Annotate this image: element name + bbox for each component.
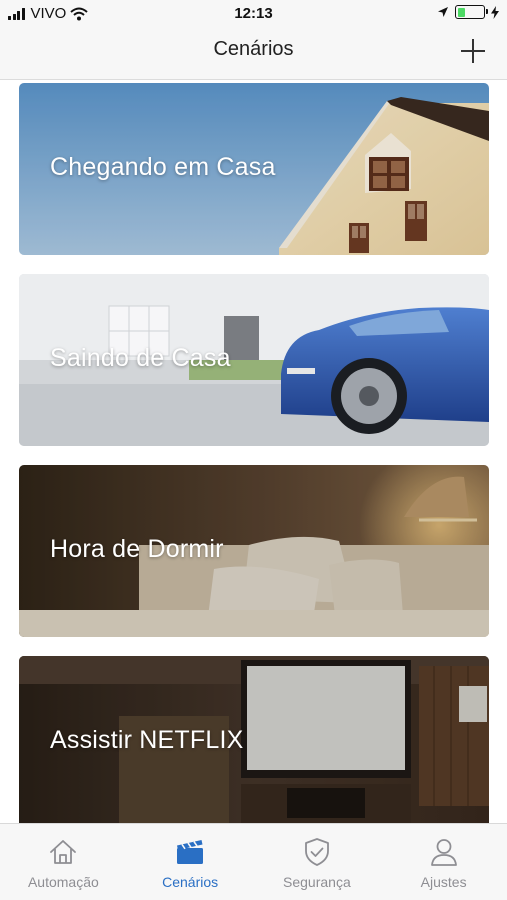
clapperboard-icon	[177, 840, 204, 864]
shield-check-icon	[304, 838, 329, 866]
scene-card-hora-de-dormir[interactable]: Hora de Dormir	[19, 465, 489, 637]
scene-label: Assistir NETFLIX	[50, 726, 244, 754]
location-arrow-icon	[438, 7, 448, 17]
status-time: 12:13	[234, 5, 273, 22]
battery-icon	[455, 5, 488, 19]
scene-list: Chegando em Casa Saindo de Casa Hora de …	[0, 81, 507, 823]
navigation-bar: Cenários	[0, 28, 507, 80]
tab-label: Ajustes	[420, 874, 467, 890]
tab-label: Automação	[27, 874, 99, 890]
tab-ajustes[interactable]: Ajustes	[380, 824, 507, 900]
tab-label: Segurança	[283, 874, 351, 890]
tab-cenarios[interactable]: Cenários	[127, 824, 254, 900]
home-icon	[50, 840, 77, 864]
tab-automacao[interactable]: Automação	[0, 824, 127, 900]
scene-label: Hora de Dormir	[50, 535, 224, 563]
add-scene-button[interactable]	[459, 37, 487, 65]
tab-seguranca[interactable]: Segurança	[254, 824, 381, 900]
status-right	[437, 5, 499, 19]
page-title: Cenários	[213, 38, 294, 60]
scene-card-saindo-de-casa[interactable]: Saindo de Casa	[19, 274, 489, 446]
user-icon	[430, 839, 457, 866]
charging-bolt-icon	[491, 5, 499, 19]
scene-card-assistir-netflix[interactable]: Assistir NETFLIX	[19, 656, 489, 823]
tab-label: Cenários	[162, 874, 219, 890]
scene-label: Chegando em Casa	[50, 153, 276, 181]
tab-bar: Automação Cenários Segurança Ajustes	[0, 823, 507, 900]
status-bar: VIVO 12:13	[0, 0, 507, 28]
scene-label: Saindo de Casa	[50, 344, 231, 372]
scene-card-chegando-em-casa[interactable]: Chegando em Casa	[19, 83, 489, 255]
